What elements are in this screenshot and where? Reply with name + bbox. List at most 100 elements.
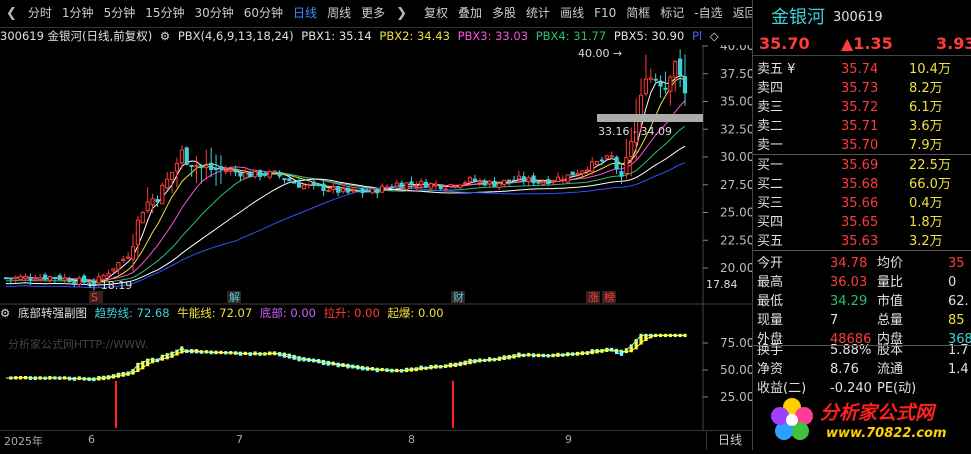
event-marker: 财 [453, 290, 464, 304]
y-tick-label: 30.00 [720, 150, 752, 164]
candle-body [340, 188, 346, 193]
candle-body [575, 172, 580, 176]
stat-label: 净资 [757, 362, 784, 377]
stat-label: 总量 [877, 313, 904, 328]
chevron-right-icon[interactable]: ❯ [390, 6, 413, 21]
chevron-left-icon[interactable]: ❮ [0, 6, 23, 21]
stat-row[interactable]: 今开 34.78 均价 35 [753, 254, 971, 273]
diamond-icon[interactable]: ◇ [710, 29, 719, 43]
period-selector[interactable]: 日线 [706, 430, 753, 450]
order-price: 35.65 [841, 215, 879, 230]
tab-more[interactable]: 更多 [356, 0, 390, 27]
tab-5min[interactable]: 5分钟 [99, 0, 141, 27]
settings-icon[interactable]: ⚙ [0, 306, 10, 320]
stock-name: 金银河 [771, 7, 825, 28]
sub-indicator-name[interactable]: 底部转强副图 [18, 306, 87, 320]
tab-daily[interactable]: 日线 [288, 0, 322, 27]
candle-body [350, 189, 355, 192]
book-divider [753, 154, 971, 155]
chart-title: 300619 金银河(日线,前复权) [0, 29, 153, 43]
stat-row[interactable]: 换手 5.88% 股本 1.7 [753, 341, 971, 360]
stats-button[interactable]: 统计 [521, 0, 555, 27]
settings-icon[interactable]: ⚙ [160, 29, 170, 43]
candle-body [262, 173, 267, 176]
simple-frame-button[interactable]: 简框 [621, 0, 655, 27]
candle-body [472, 178, 478, 182]
buy-level-row[interactable]: 买一 35.69 22.5万 [753, 156, 971, 175]
candle-body [424, 181, 429, 188]
candle-body [629, 140, 634, 157]
histogram-bar [287, 353, 291, 359]
sell-level-row[interactable]: 卖四 35.73 8.2万 [753, 79, 971, 98]
candle-body [658, 81, 663, 87]
candle-body [428, 183, 434, 189]
candle-body [594, 160, 600, 165]
multi-stock-button[interactable]: 多股 [487, 0, 521, 27]
candle-body [599, 159, 605, 162]
sell-level-row[interactable]: 卖二 35.71 3.6万 [753, 117, 971, 136]
tab-15min[interactable]: 15分钟 [140, 0, 189, 27]
order-label: 卖二 [757, 119, 784, 134]
stat-row[interactable]: 最低 34.29 市值 62. [753, 292, 971, 311]
candle-body [47, 276, 53, 281]
candle-body [360, 188, 365, 194]
candle-body [580, 170, 585, 174]
overlay-button[interactable]: 叠加 [453, 0, 487, 27]
histogram-bar [282, 352, 287, 358]
candle-body [653, 78, 658, 81]
buy-level-row[interactable]: 买四 35.65 1.8万 [753, 213, 971, 232]
tab-30min[interactable]: 30分钟 [189, 0, 238, 27]
buy-level-row[interactable]: 买三 35.66 0.4万 [753, 194, 971, 213]
sell-level-row[interactable]: 卖一 35.70 7.9万 [753, 136, 971, 155]
order-price: 35.73 [841, 81, 879, 96]
add-favorite-button[interactable]: -自选 [689, 0, 727, 27]
candle-body [648, 77, 653, 80]
buy-level-row[interactable]: 买五 35.63 3.2万 [753, 232, 971, 251]
buy-level-row[interactable]: 买二 35.68 66.0万 [753, 175, 971, 194]
sell-level-row[interactable]: 卖三 35.72 6.1万 [753, 98, 971, 117]
candle-body [477, 180, 482, 183]
candle-body [111, 268, 116, 272]
candle-body [516, 175, 522, 180]
candle-body [497, 182, 502, 188]
candle-body [526, 177, 531, 182]
candle-body [52, 277, 57, 280]
candle-body [150, 198, 155, 206]
adjust-button[interactable]: 复权 [419, 0, 453, 27]
stat-value: 1.4 [948, 362, 969, 377]
candle-body [311, 181, 316, 185]
candle-body [365, 190, 370, 193]
tab-1min[interactable]: 1分钟 [57, 0, 99, 27]
order-label: 买一 [757, 158, 784, 173]
pbx4-value: PBX4: 31.77 [535, 29, 607, 43]
stat-row[interactable]: 现量 7 总量 85 [753, 311, 971, 330]
stat-row[interactable]: 净资 8.76 流通 1.4 [753, 360, 971, 379]
candle-body [433, 183, 438, 187]
price-marker: 17.84 [706, 278, 738, 291]
draw-line-button[interactable]: 画线 [555, 0, 589, 27]
main-indicator-legend: 300619 金银河(日线,前复权) ⚙ PBX(4,6,9,13,18,24)… [0, 27, 719, 45]
y-tick-label: 37.50 [720, 67, 752, 81]
order-volume: 3.2万 [909, 234, 943, 249]
stat-value: 34.78 [830, 256, 868, 271]
candle-body [399, 182, 404, 188]
candle-body [448, 184, 453, 187]
f10-button[interactable]: F10 [589, 0, 621, 27]
order-price: 35.74 [841, 62, 879, 77]
sell-level-row[interactable]: 卖五 ¥ 35.74 10.4万 [753, 60, 971, 79]
stat-row[interactable]: 最高 36.03 量比 0 [753, 273, 971, 292]
tab-weekly[interactable]: 周线 [322, 0, 356, 27]
candle-body [355, 190, 360, 193]
kline-chart[interactable]: 40.00 37.50 35.00 32.50 30.00 27.50 25.00 22.50… [0, 45, 752, 430]
candle-body [194, 164, 199, 168]
mark-button[interactable]: 标记 [655, 0, 689, 27]
candle-body [443, 188, 448, 191]
stat-label: 今开 [757, 256, 784, 271]
tab-timeshare[interactable]: 分时 [23, 0, 57, 27]
ma-line-4 [5, 125, 686, 283]
indicator-params[interactable]: PBX(4,6,9,13,18,24) [178, 29, 294, 43]
candle-body [209, 162, 214, 171]
event-marker: 解 [229, 290, 240, 304]
stat-label: 现量 [757, 313, 784, 328]
tab-60min[interactable]: 60分钟 [239, 0, 288, 27]
